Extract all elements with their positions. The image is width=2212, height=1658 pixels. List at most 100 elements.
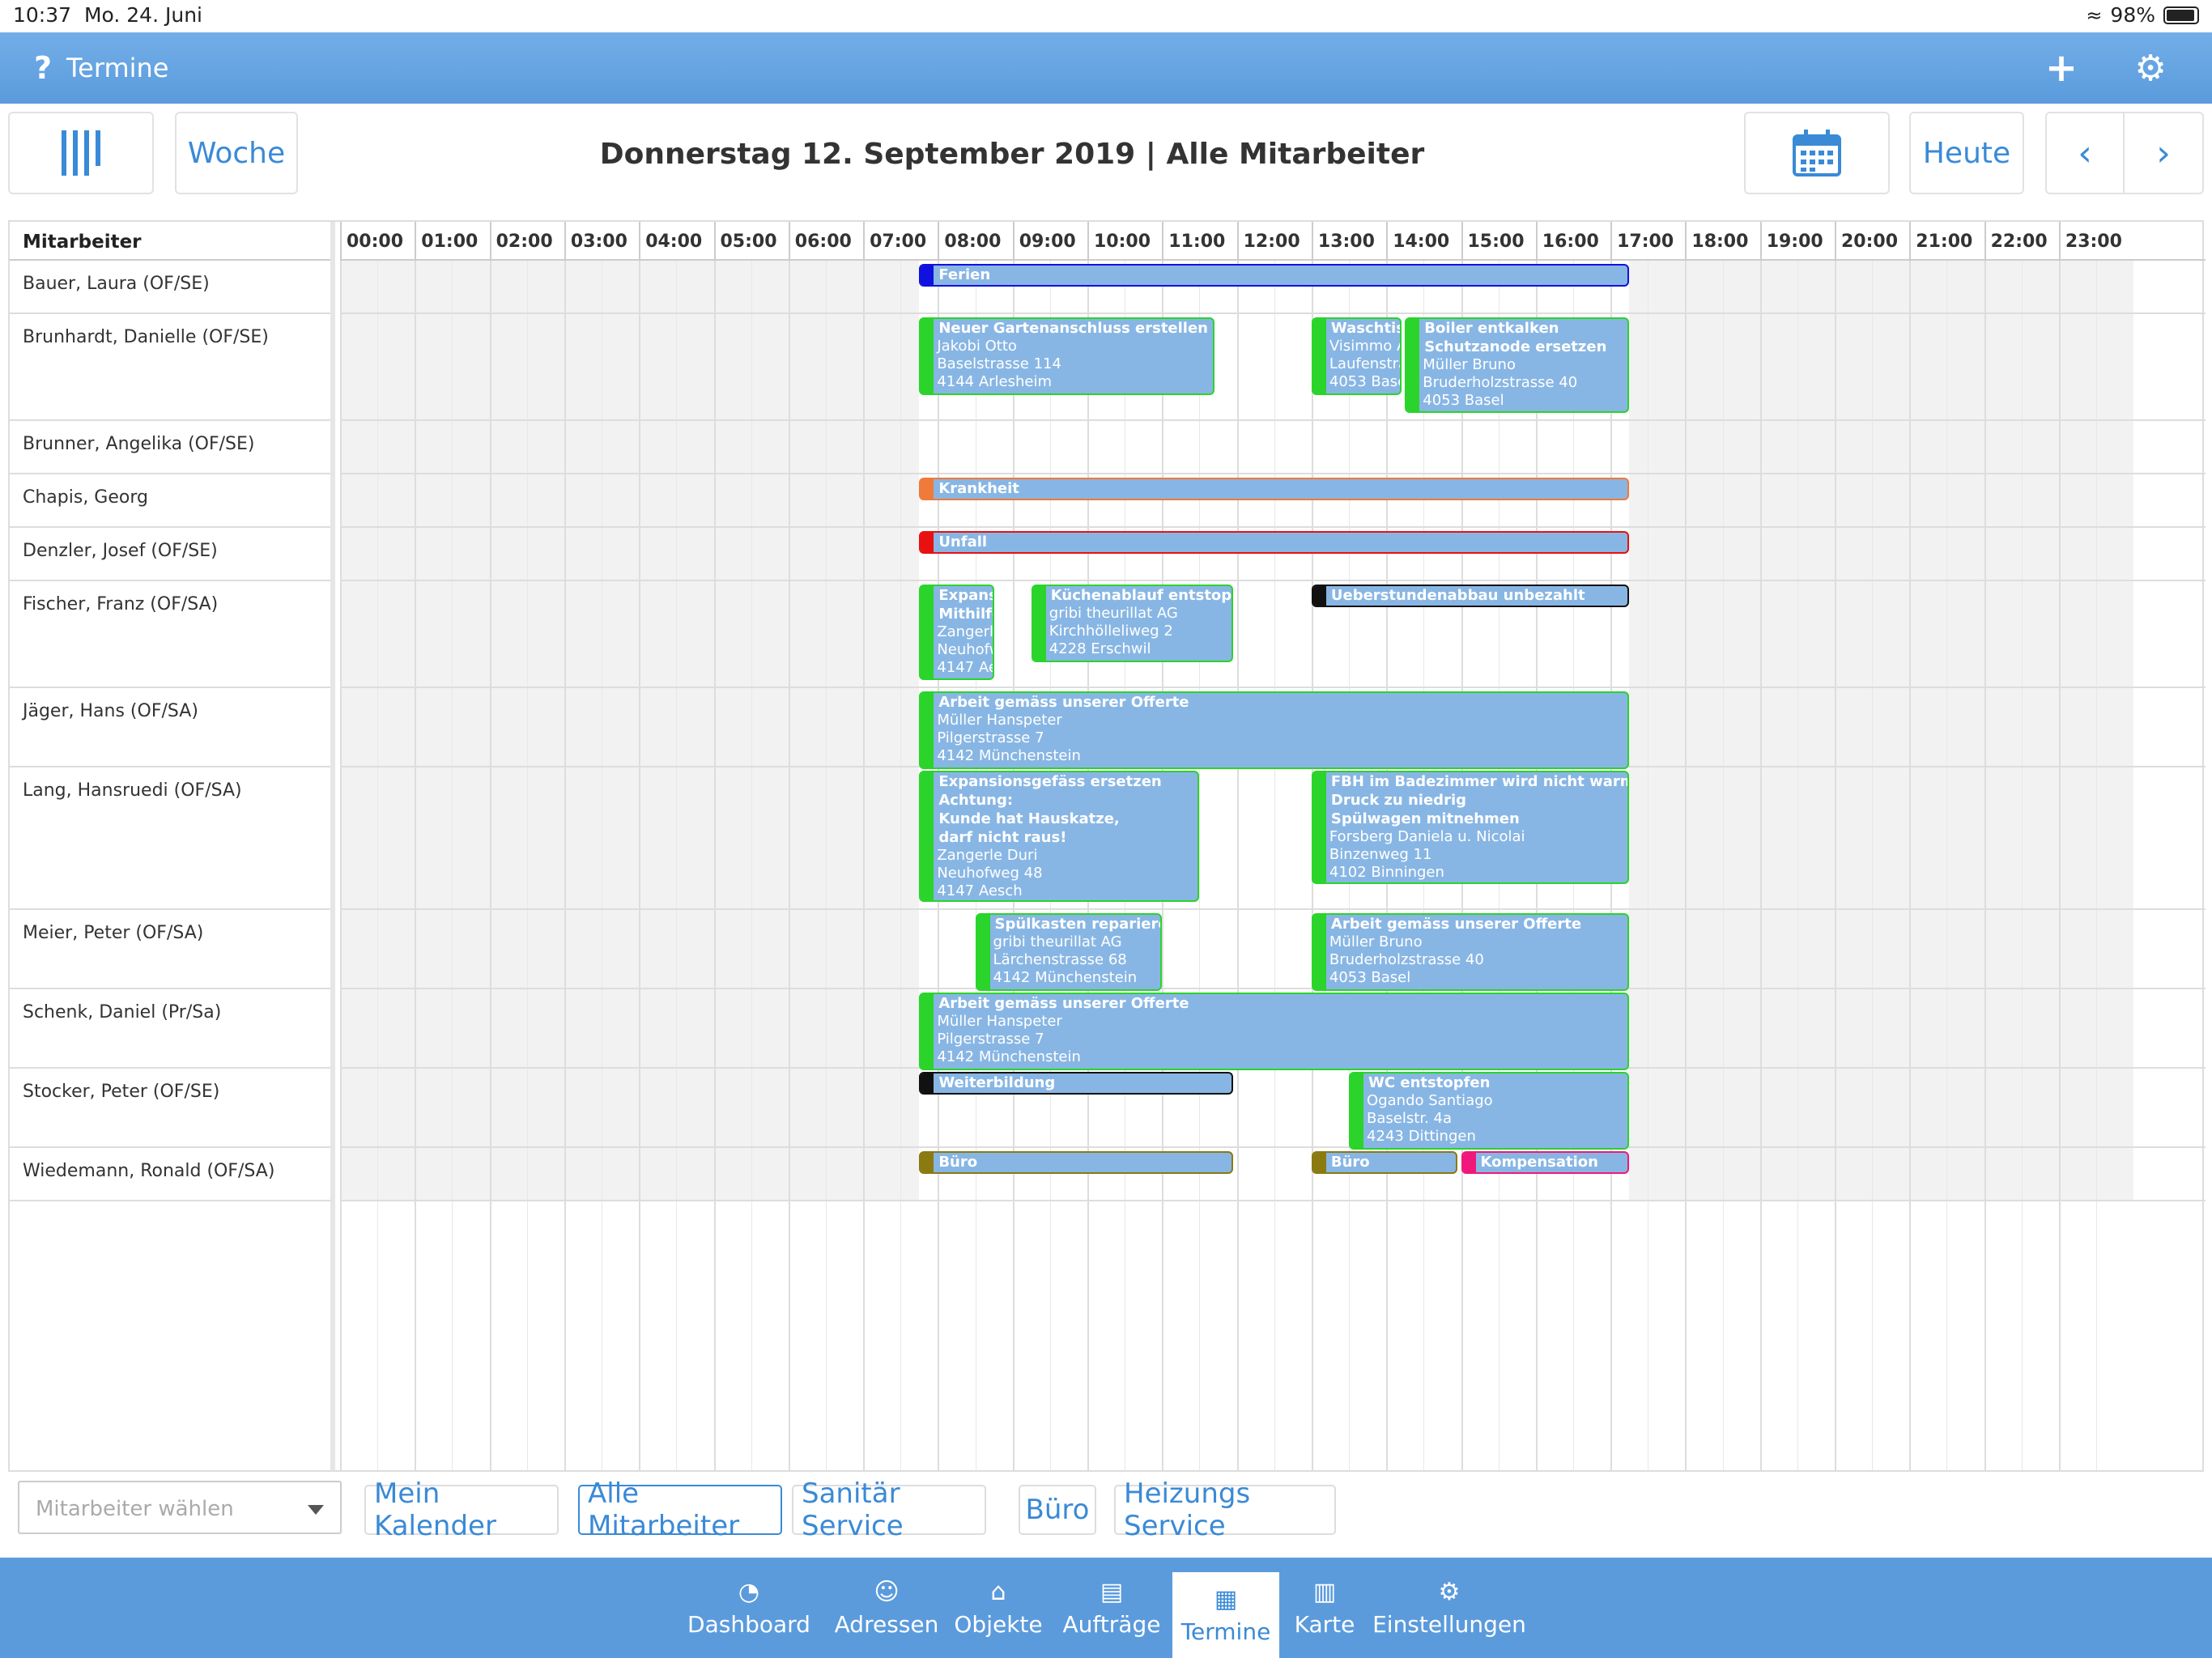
appointment[interactable]: Expansionsgefäss MithilfeZangerle DuriNeu…	[919, 585, 994, 680]
appointment[interactable]: Arbeit gemäss unserer Offerte Müller Hans…	[919, 691, 1630, 769]
hour-gridline	[2058, 261, 2061, 1470]
calendar-picker-button[interactable]	[1744, 112, 1890, 194]
today-button[interactable]: Heute	[1909, 112, 2024, 194]
appointment-title: Weiterbildung	[938, 1074, 1056, 1091]
row-divider	[340, 526, 2206, 528]
appointment[interactable]: WC entstopfen Ogando Santiago Baselstr. 4a…	[1349, 1072, 1630, 1150]
appointment[interactable]: Expansionsgefäss ersetzen Achtung: Kunde h…	[919, 771, 1200, 902]
appointment[interactable]: Unfall	[919, 531, 1630, 554]
employee-row-name: Brunner, Angelika (OF/SE)	[10, 421, 330, 474]
employee-select[interactable]: Mitarbeiter wählen	[18, 1481, 342, 1534]
appointment[interactable]: Boiler entkalken Schutzanode ersetzen Müll…	[1405, 317, 1630, 413]
tab-einstellungen[interactable]: ⚙ Einstellungen	[1372, 1558, 1526, 1658]
appointment-detail: Lärchenstrasse 68	[993, 951, 1127, 968]
chevron-left-icon: ‹	[2078, 132, 2092, 174]
gear-icon: ⚙	[1438, 1577, 1461, 1606]
appointment-title: Druck zu niedrig	[1330, 792, 1466, 809]
wifi-icon: ≈	[2086, 3, 2103, 27]
off-hours-band	[1629, 989, 2134, 1069]
appointment-detail: 4053 Basel	[1329, 373, 1400, 390]
appointment[interactable]: FBH im Badezimmer wird nicht warm. Druck …	[1311, 771, 1630, 884]
appointment-color-stripe	[921, 586, 934, 678]
appointment-detail: 4142 Münchenstein	[937, 747, 1081, 764]
appointment-color-stripe	[1351, 1073, 1364, 1148]
appointment-color-stripe	[1312, 772, 1326, 882]
help-icon[interactable]: ?	[34, 50, 52, 86]
previous-day-button[interactable]: ‹	[2045, 112, 2125, 194]
tab-dashboard[interactable]: ◔ Dashboard	[687, 1558, 810, 1658]
tab-adressen[interactable]: ☺ Adressen	[826, 1558, 947, 1658]
appointment[interactable]: Spülkasten reparieren gribi theurillat AG…	[975, 913, 1163, 991]
hour-label: 02:00	[489, 222, 564, 261]
hour-label: 11:00	[1162, 222, 1236, 261]
appointment-detail: Kirchhölleliweg 2	[1049, 623, 1173, 640]
filter-button-alle-mitarbeiter[interactable]: Alle Mitarbeiter	[578, 1477, 782, 1542]
appointment[interactable]: Krankheit	[919, 478, 1630, 500]
appointment[interactable]: Ueberstundenabbau unbezahlt	[1311, 585, 1630, 607]
resource-calendar: Mitarbeiter Bauer, Laura (OF/SE) Brunhard…	[8, 220, 2206, 1472]
appointment[interactable]: Weiterbildung	[919, 1072, 1233, 1095]
employee-column: Mitarbeiter Bauer, Laura (OF/SE) Brunhard…	[10, 222, 335, 1470]
hour-gridline	[1759, 261, 1762, 1470]
half-hour-gridline	[1199, 261, 1201, 1470]
appointment-title: Arbeit gemäss unserer Offerte	[1330, 916, 1582, 933]
row-divider	[340, 988, 2206, 989]
appointment-title: Ferien	[938, 266, 991, 283]
off-hours-band	[340, 528, 920, 581]
hour-gridline	[1685, 261, 1687, 1470]
hour-label: 23:00	[2058, 222, 2133, 261]
app-header: ? Termine + ⚙	[0, 32, 2212, 104]
appointment-title: Achtung:	[938, 792, 1014, 809]
hour-gridline	[639, 261, 641, 1470]
tab-objekte[interactable]: ⌂ Objekte	[947, 1558, 1049, 1658]
filter-button-heizungs-service[interactable]: Heizungs Service	[1114, 1477, 1336, 1542]
home-icon: ⌂	[990, 1577, 1006, 1606]
appointment-detail: 4228 Erschwil	[1049, 640, 1151, 657]
chevron-right-icon: ›	[2156, 132, 2171, 174]
tab-auftr-ge[interactable]: ▤ Aufträge	[1061, 1558, 1163, 1658]
week-view-button[interactable]: Woche	[175, 112, 298, 194]
appointment-title: Spülwagen mitnehmen	[1330, 810, 1520, 827]
half-hour-gridline	[2096, 261, 2098, 1470]
appointment-title: FBH im Badezimmer wird nicht warm.	[1330, 773, 1630, 790]
appointment-title: Ueberstundenabbau unbezahlt	[1330, 587, 1585, 604]
appointment-color-stripe	[921, 479, 934, 499]
timeline-grid[interactable]: 00:00 01:00 02:00 03:00 04:00 05:00 06:00 07:00…	[340, 222, 2206, 1470]
filter-button-mein-kalender[interactable]: Mein Kalender	[364, 1477, 559, 1542]
appointment-color-stripe	[1406, 319, 1420, 411]
appointment[interactable]: Neuer Gartenanschluss erstellen vomJakob…	[919, 317, 1214, 395]
appointment-detail: 4142 Münchenstein	[993, 969, 1138, 986]
hour-label: 14:00	[1386, 222, 1461, 261]
status-bar: 10:37 Mo. 24. Juni ≈ 98%	[0, 0, 2212, 32]
hour-label: 04:00	[639, 222, 713, 261]
filter-button-b-ro[interactable]: Büro	[1019, 1485, 1096, 1535]
row-divider	[340, 473, 2206, 474]
employee-row-name: Chapis, Georg	[10, 474, 330, 528]
appointment[interactable]: Büro	[1311, 1151, 1457, 1174]
appointment-detail: Müller Bruno	[1423, 356, 1516, 373]
appointment-detail: Ogando Santiago	[1367, 1092, 1493, 1109]
appointment[interactable]: Arbeit gemäss unserer Offerte Müller Brun…	[1311, 913, 1630, 991]
filter-button-sanit-r-service[interactable]: Sanitär Service	[792, 1477, 986, 1542]
appointment-detail: Zangerle Duri	[937, 847, 1038, 864]
appointment-detail: Pilgerstrasse 7	[937, 1031, 1044, 1048]
appointment[interactable]: Arbeit gemäss unserer Offerte Müller Hans…	[919, 993, 1630, 1070]
add-icon[interactable]: +	[2039, 45, 2084, 91]
tab-karte[interactable]: ▥ Karte	[1279, 1558, 1370, 1658]
resource-view-button[interactable]	[8, 112, 154, 194]
appointment-detail: Baselstr. 4a	[1367, 1110, 1452, 1127]
gear-icon[interactable]: ⚙	[2128, 45, 2173, 91]
appointment[interactable]: Küchenablauf entstopfengribi theurillat …	[1031, 585, 1233, 662]
appointment[interactable]: Kompensation	[1461, 1151, 1630, 1174]
hour-label: 06:00	[788, 222, 863, 261]
appointment-title: Boiler entkalken	[1424, 320, 1559, 337]
appointment-detail: Forsberg Daniela u. Nicolai	[1329, 828, 1525, 845]
appointment-detail: 4142 Münchenstein	[937, 1048, 1081, 1065]
tab-termine[interactable]: ▦ Termine	[1172, 1572, 1279, 1658]
row-divider	[340, 687, 2206, 688]
appointment[interactable]: WaschtischVisimmo AGLaufenstrasse4053 Ba…	[1311, 317, 1402, 395]
employee-row-name: Meier, Peter (OF/SA)	[10, 910, 330, 989]
appointment[interactable]: Büro	[919, 1151, 1233, 1174]
appointment[interactable]: Ferien	[919, 264, 1630, 287]
next-day-button[interactable]: ›	[2123, 112, 2204, 194]
